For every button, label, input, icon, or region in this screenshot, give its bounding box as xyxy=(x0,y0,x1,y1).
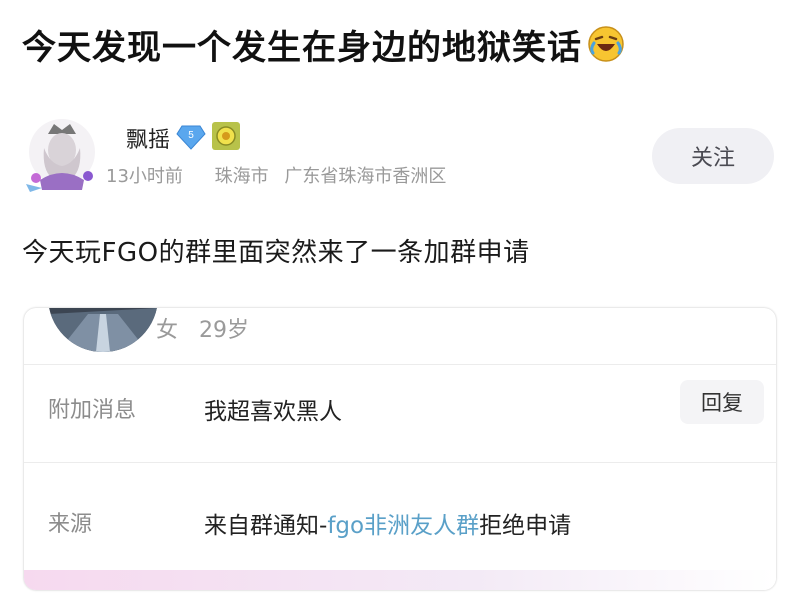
laughing-emoji-icon xyxy=(588,26,624,62)
source-value: 来自群通知-fgo非洲友人群拒绝申请 xyxy=(204,506,571,540)
source-group-link[interactable]: fgo非洲友人群 xyxy=(327,513,479,539)
post-city: 珠海市 xyxy=(214,166,269,187)
post-title-row: 今天发现一个发生在身边的地狱笑话 xyxy=(22,16,626,72)
reply-button[interactable]: 回复 xyxy=(680,380,764,424)
row-divider xyxy=(24,462,776,463)
author-name[interactable]: 飘摇 xyxy=(126,122,170,154)
follow-button[interactable]: 关注 xyxy=(652,128,774,184)
applicant-gender-age: 女 29岁 xyxy=(156,312,263,344)
level-badge-icon: 5 xyxy=(176,125,206,150)
level-number: 5 xyxy=(188,130,194,141)
source-suffix: 拒绝申请 xyxy=(479,513,572,539)
medal-badge-icon xyxy=(212,122,240,150)
message-label: 附加消息 xyxy=(48,398,137,423)
post-location: 广东省珠海市香洲区 xyxy=(284,166,447,187)
post-meta: 13小时前 珠海市 广东省珠海市香洲区 xyxy=(106,162,456,188)
applicant-avatar xyxy=(48,308,158,352)
post-time: 13小时前 xyxy=(106,166,183,187)
author-avatar[interactable] xyxy=(22,118,102,192)
applicant-age: 29岁 xyxy=(199,318,250,343)
post-body-text: 今天玩FGO的群里面突然来了一条加群申请 xyxy=(22,238,530,268)
group-request-screenshot: 女 29岁 附加消息 我超喜欢黑人 回复 来源 来自群通知-fgo非洲友人群拒绝… xyxy=(24,308,776,590)
card-bottom-strip xyxy=(24,570,776,590)
applicant-gender: 女 xyxy=(156,318,179,343)
message-value: 我超喜欢黑人 xyxy=(204,399,342,425)
source-label: 来源 xyxy=(48,512,93,537)
post-title: 今天发现一个发生在身边的地狱笑话 xyxy=(22,27,582,68)
source-prefix: 来自群通知- xyxy=(204,513,328,539)
row-divider xyxy=(24,364,776,365)
